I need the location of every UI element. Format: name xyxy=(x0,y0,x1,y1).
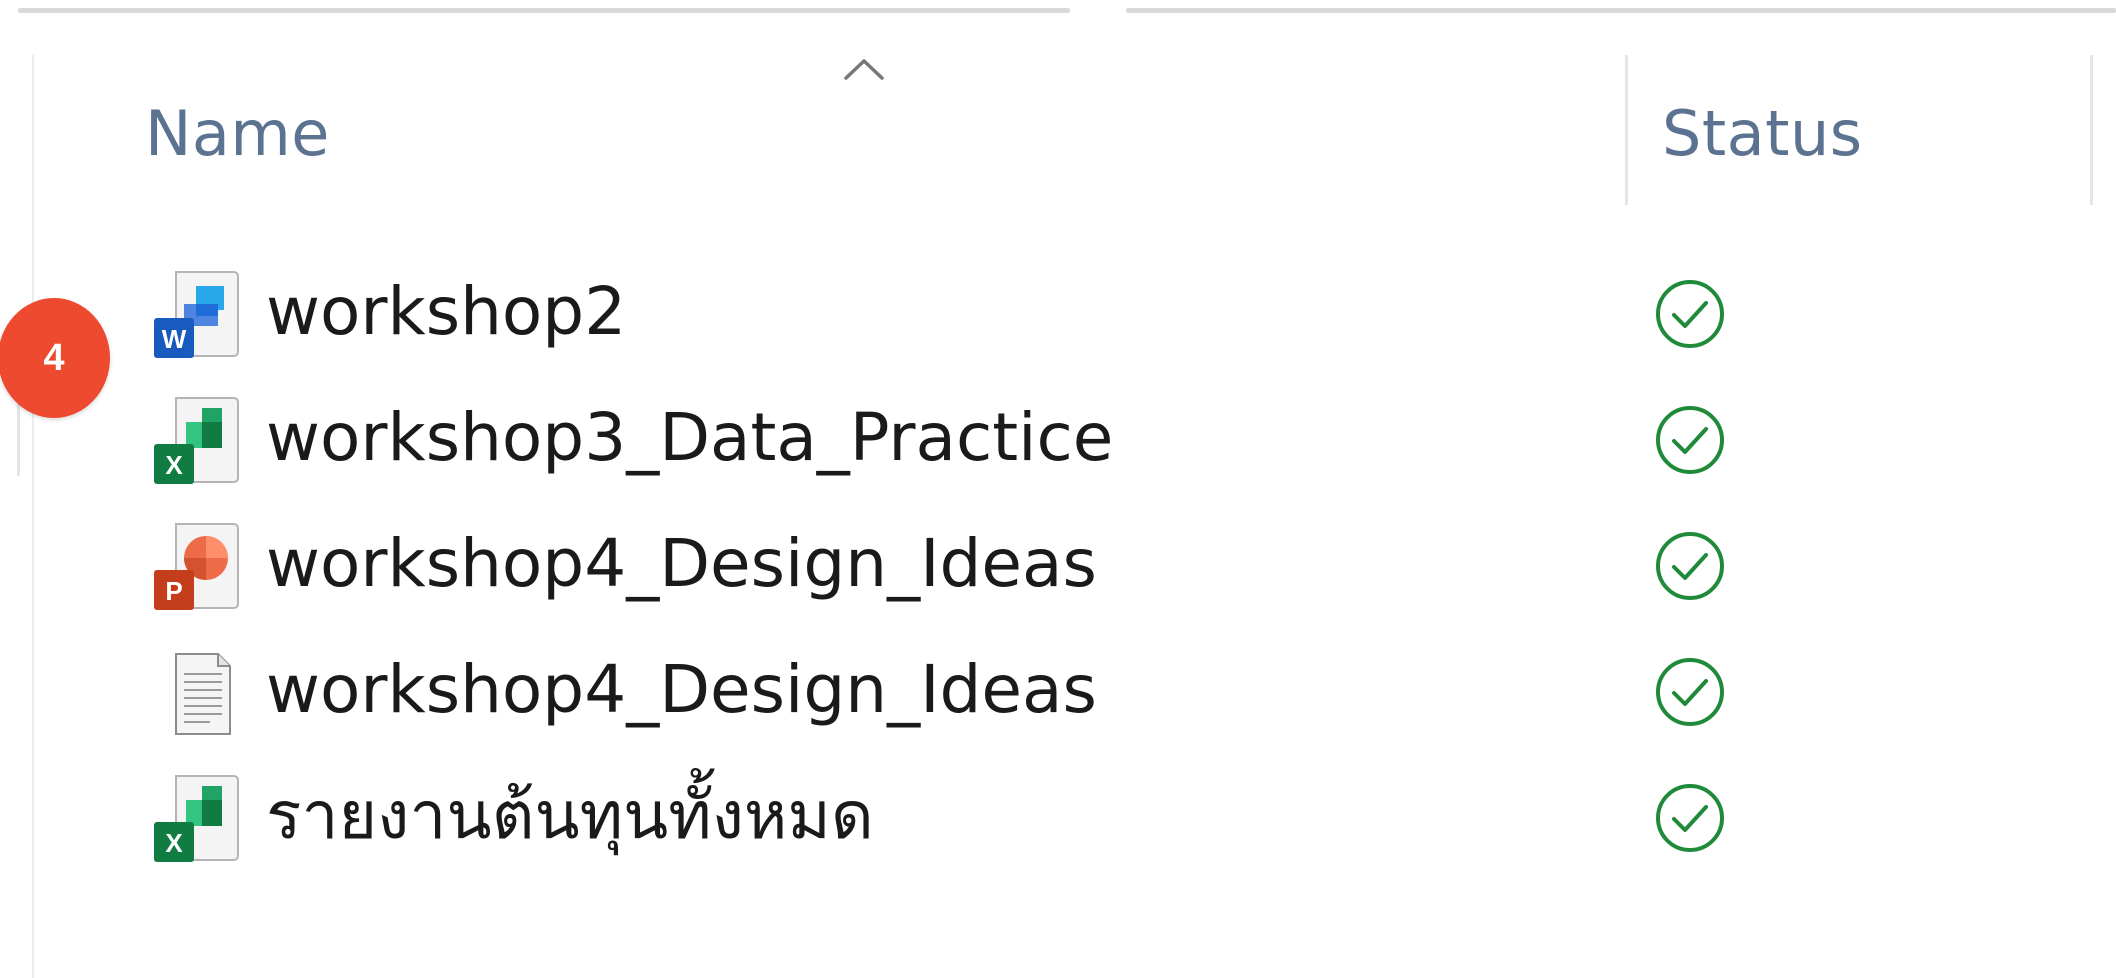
file-row[interactable]: P workshop4_Design_Ideas xyxy=(140,497,2116,623)
pane-resize-handle[interactable] xyxy=(17,394,20,476)
excel-doc-icon: X xyxy=(154,775,239,862)
file-row[interactable]: X workshop3_Data_Practice xyxy=(140,371,2116,497)
svg-text:X: X xyxy=(165,450,183,480)
top-divider-right xyxy=(1126,8,2116,13)
chevron-up-icon[interactable] xyxy=(842,56,886,82)
svg-text:W: W xyxy=(162,324,187,354)
file-row[interactable]: workshop4_Design_Ideas xyxy=(140,623,2116,749)
file-name[interactable]: workshop4_Design_Ideas xyxy=(266,645,1097,735)
pane-left-border xyxy=(32,55,34,978)
column-divider[interactable] xyxy=(2090,55,2093,205)
file-row[interactable]: X รายงานต้นทุนทั้งหมด xyxy=(140,749,2116,875)
excel-doc-icon: X xyxy=(154,397,239,484)
check-circle-icon xyxy=(1656,532,1724,600)
file-name[interactable]: รายงานต้นทุนทั้งหมด xyxy=(266,771,874,861)
svg-text:X: X xyxy=(165,828,183,858)
column-header-name[interactable]: Name xyxy=(145,94,330,174)
step-badge: 4 xyxy=(0,298,110,418)
top-divider-left xyxy=(18,8,1070,13)
file-name[interactable]: workshop3_Data_Practice xyxy=(266,393,1113,483)
check-circle-icon xyxy=(1656,784,1724,852)
svg-text:P: P xyxy=(165,576,182,606)
file-name[interactable]: workshop2 xyxy=(266,267,626,357)
check-circle-icon xyxy=(1656,406,1724,474)
word-doc-icon: W xyxy=(154,271,239,358)
check-circle-icon xyxy=(1656,280,1724,348)
file-name[interactable]: workshop4_Design_Ideas xyxy=(266,519,1097,609)
column-header-status[interactable]: Status xyxy=(1662,94,1863,174)
column-divider[interactable] xyxy=(1625,55,1628,205)
text-doc-icon xyxy=(175,653,231,735)
file-row[interactable]: W workshop2 xyxy=(140,245,2116,371)
powerpoint-doc-icon: P xyxy=(154,523,239,610)
check-circle-icon xyxy=(1656,658,1724,726)
